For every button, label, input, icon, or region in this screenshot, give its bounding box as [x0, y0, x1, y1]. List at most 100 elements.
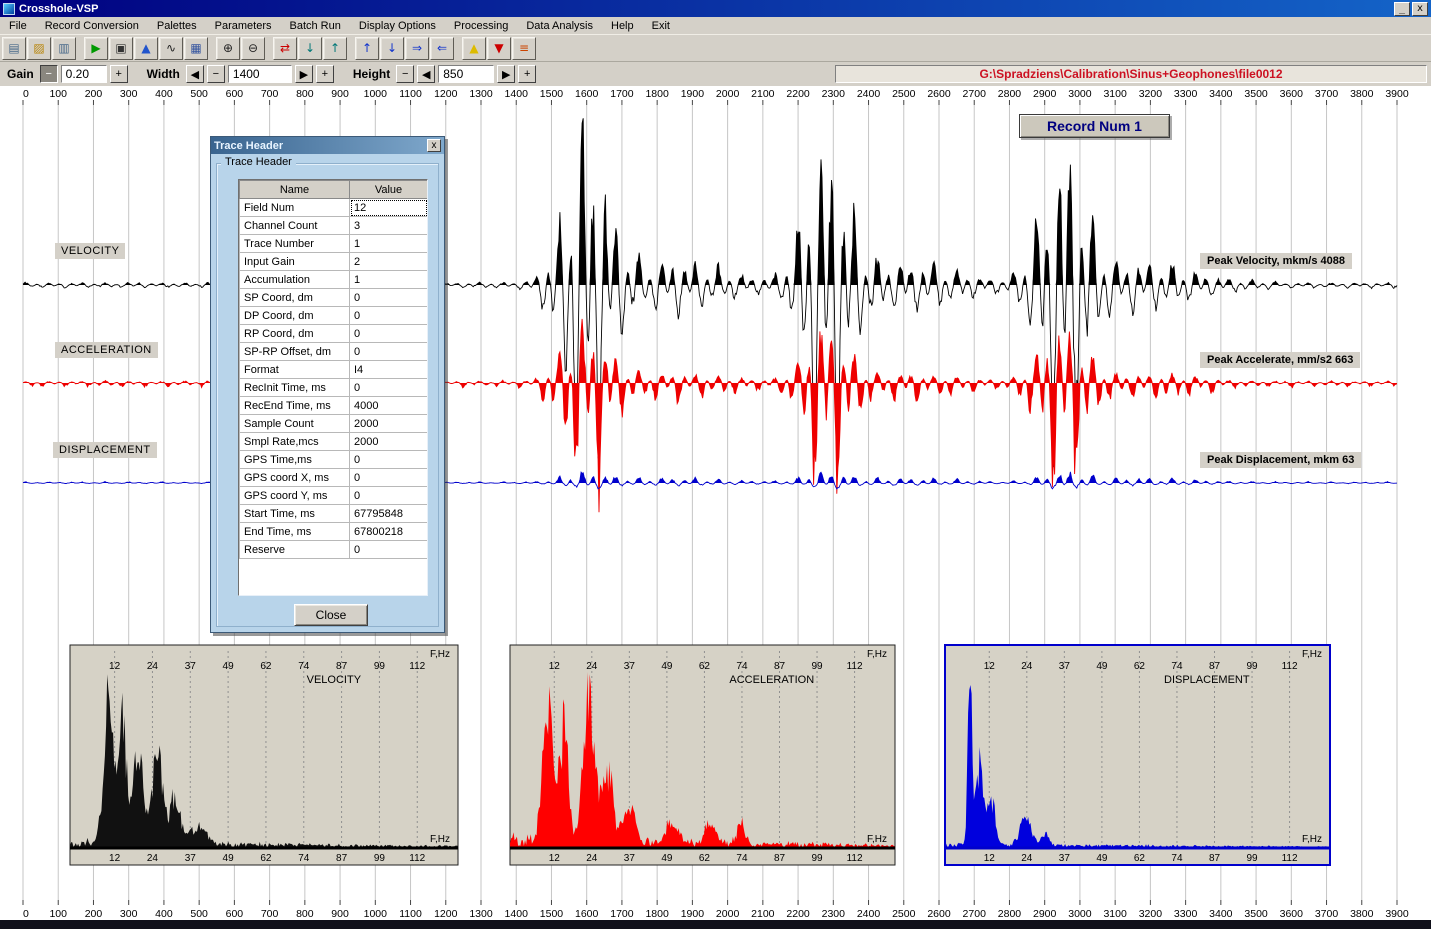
waveform-icon[interactable]: ∿ [159, 37, 183, 60]
svg-text:3900: 3900 [1385, 908, 1409, 920]
field-value[interactable]: 0 [350, 307, 428, 325]
trace-header-row: FormatI4 [240, 361, 428, 379]
menu-item-processing[interactable]: Processing [445, 18, 517, 34]
waveform-plot-area[interactable]: 0010010020020030030040040050050060060070… [0, 86, 1431, 920]
peak-velocity-value: Peak Velocity, mkm/s 4088 [1200, 253, 1352, 269]
save-icon[interactable]: ▦ [184, 37, 208, 60]
copy-icon[interactable]: ▥ [52, 37, 76, 60]
svg-text:700: 700 [261, 88, 279, 100]
minimize-button[interactable]: _ [1394, 2, 1410, 16]
field-value[interactable]: 0 [350, 469, 428, 487]
dialog-close-button[interactable]: Close [294, 604, 368, 626]
svg-text:112: 112 [847, 661, 863, 672]
field-value[interactable]: 2000 [350, 415, 428, 433]
field-value[interactable]: 1 [350, 235, 428, 253]
field-value[interactable]: 67795848 [350, 505, 428, 523]
field-value[interactable]: 0 [350, 343, 428, 361]
svg-text:49: 49 [661, 853, 673, 864]
svg-text:3100: 3100 [1103, 908, 1127, 920]
dialog-titlebar[interactable]: Trace Header x [211, 137, 444, 154]
svg-text:49: 49 [1096, 661, 1108, 672]
svg-text:62: 62 [699, 853, 711, 864]
field-value[interactable]: 0 [350, 487, 428, 505]
field-value[interactable]: 0 [350, 379, 428, 397]
field-value[interactable]: 0 [350, 541, 428, 559]
up-arrow-blue-icon[interactable]: ↑ [355, 37, 379, 60]
gain-decrease-button[interactable]: − [40, 65, 58, 83]
play-icon[interactable]: ▶ [84, 37, 108, 60]
svg-text:87: 87 [1209, 853, 1221, 864]
menu-item-exit[interactable]: Exit [643, 18, 679, 34]
svg-text:87: 87 [336, 661, 348, 672]
field-value[interactable]: 0 [350, 289, 428, 307]
menu-item-help[interactable]: Help [602, 18, 643, 34]
width-increase-button[interactable]: + [316, 65, 334, 83]
height-step-right-button[interactable]: ▶ [497, 65, 515, 83]
trace-header-row: Sample Count2000 [240, 415, 428, 433]
height-input[interactable] [438, 65, 494, 83]
svg-text:F,Hz: F,Hz [430, 834, 450, 845]
width-decrease-button[interactable]: − [207, 65, 225, 83]
open-icon[interactable]: ▨ [27, 37, 51, 60]
menu-item-display-options[interactable]: Display Options [350, 18, 445, 34]
field-value[interactable]: 0 [350, 325, 428, 343]
left-arrow-blue-icon[interactable]: ⇐ [430, 37, 454, 60]
field-value[interactable]: 4000 [350, 397, 428, 415]
svg-text:2800: 2800 [998, 88, 1022, 100]
svg-text:62: 62 [1134, 853, 1146, 864]
svg-text:74: 74 [736, 853, 748, 864]
svg-text:1900: 1900 [681, 908, 705, 920]
field-value[interactable]: 2000 [350, 433, 428, 451]
field-value[interactable]: I4 [350, 361, 428, 379]
trace-header-row: DP Coord, dm0 [240, 307, 428, 325]
menu-item-parameters[interactable]: Parameters [206, 18, 281, 34]
new-icon[interactable]: ▤ [2, 37, 26, 60]
up-arrow-teal-icon[interactable]: ↑ [323, 37, 347, 60]
width-step-right-button[interactable]: ▶ [295, 65, 313, 83]
svg-text:1000: 1000 [364, 908, 388, 920]
height-increase-button[interactable]: + [518, 65, 536, 83]
triangle-up-yellow-icon[interactable]: ▲ [462, 37, 486, 60]
palette-icon[interactable]: ≡ [512, 37, 536, 60]
width-input[interactable] [228, 65, 292, 83]
velocity-trace-label: VELOCITY [55, 243, 125, 259]
field-name: End Time, ms [240, 523, 350, 541]
menu-item-record-conversion[interactable]: Record Conversion [36, 18, 148, 34]
triangle-down-red-icon[interactable]: ▼ [487, 37, 511, 60]
gain-input[interactable] [61, 65, 107, 83]
stop-icon[interactable]: ▣ [109, 37, 133, 60]
dialog-close-icon[interactable]: x [427, 139, 441, 152]
height-decrease-button[interactable]: − [396, 65, 414, 83]
field-value[interactable]: 67800218 [350, 523, 428, 541]
down-arrow-teal-icon[interactable]: ↓ [298, 37, 322, 60]
field-value[interactable]: 0 [350, 451, 428, 469]
swap-arrows-icon[interactable]: ⇄ [273, 37, 297, 60]
svg-text:2700: 2700 [963, 88, 987, 100]
menu-item-data-analysis[interactable]: Data Analysis [517, 18, 602, 34]
field-value[interactable]: 2 [350, 253, 428, 271]
field-name: Channel Count [240, 217, 350, 235]
svg-text:2200: 2200 [786, 88, 810, 100]
height-step-left-button[interactable]: ◀ [417, 65, 435, 83]
right-arrow-blue-icon[interactable]: ⇒ [405, 37, 429, 60]
menu-item-batch-run[interactable]: Batch Run [281, 18, 350, 34]
width-step-left-button[interactable]: ◀ [186, 65, 204, 83]
chart-icon[interactable]: ▲ [134, 37, 158, 60]
menu-item-file[interactable]: File [0, 18, 36, 34]
gain-increase-button[interactable]: + [110, 65, 128, 83]
svg-text:1300: 1300 [469, 88, 493, 100]
close-button[interactable]: x [1412, 2, 1428, 16]
zoom-out-icon[interactable]: ⊖ [241, 37, 265, 60]
field-value[interactable]: 3 [350, 217, 428, 235]
svg-text:3600: 3600 [1280, 88, 1304, 100]
controls-bar: Gain − + Width ◀ − ▶ + Height − ◀ ▶ + G:… [0, 62, 1431, 86]
field-value[interactable]: 12 [350, 199, 428, 217]
menu-item-palettes[interactable]: Palettes [148, 18, 206, 34]
window-titlebar[interactable]: Crosshole-VSP _ x [0, 0, 1431, 17]
svg-text:500: 500 [190, 88, 208, 100]
zoom-in-icon[interactable]: ⊕ [216, 37, 240, 60]
trace-header-row: Field Num12 [240, 199, 428, 217]
field-value[interactable]: 1 [350, 271, 428, 289]
svg-text:1800: 1800 [645, 88, 669, 100]
down-arrow-blue-icon[interactable]: ↓ [380, 37, 404, 60]
